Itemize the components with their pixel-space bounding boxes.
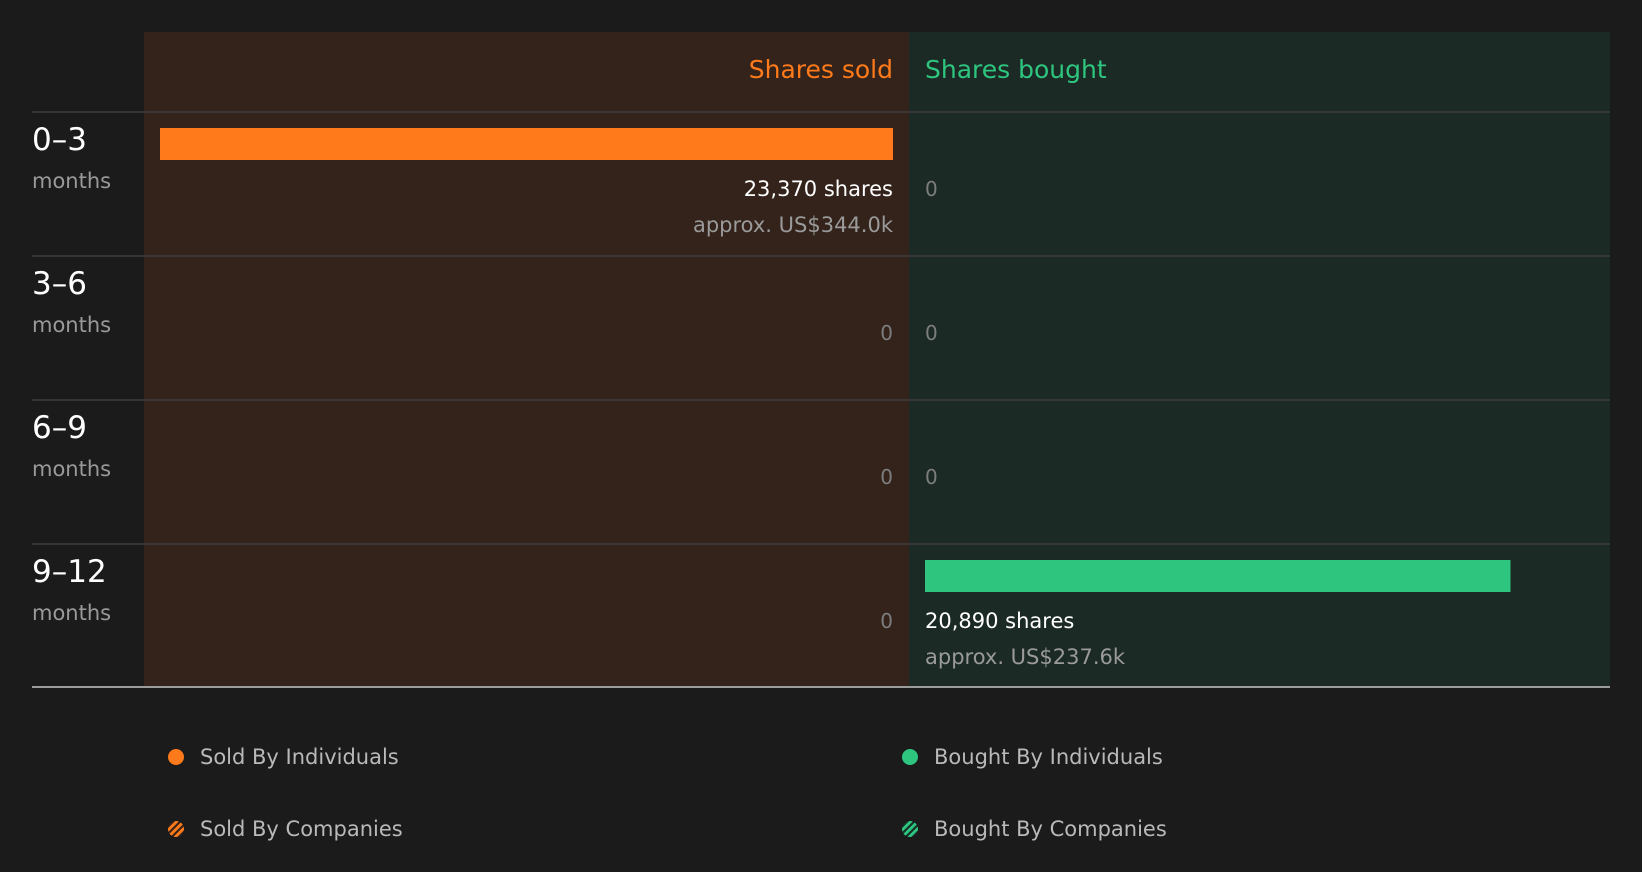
legend-label: Sold By Companies (200, 817, 403, 841)
legend-hatched-dot-icon (168, 821, 184, 837)
row-range-label: 3–6 (32, 266, 87, 302)
sold-zero-label: 0 (880, 321, 893, 345)
bought-bar (925, 560, 1511, 592)
sold-shares-label: 23,370 shares (744, 177, 893, 201)
legend-label: Bought By Companies (934, 817, 1167, 841)
legend-dot-icon (902, 749, 918, 765)
row-range-label: 9–12 (32, 554, 107, 590)
bought-value-label: approx. US$237.6k (925, 645, 1126, 669)
bought-shares-label: 20,890 shares (925, 609, 1074, 633)
bought-zero-label: 0 (925, 177, 938, 201)
bought-zero-label: 0 (925, 465, 938, 489)
legend-dot-icon (168, 749, 184, 765)
sold-zero-label: 0 (880, 609, 893, 633)
sold-zero-label: 0 (880, 465, 893, 489)
row-unit-label: months (32, 169, 111, 193)
legend-label: Sold By Individuals (200, 745, 399, 769)
bought-header: Shares bought (925, 55, 1107, 84)
row-range-label: 6–9 (32, 410, 87, 446)
insider-trading-chart: Shares sold Shares bought 0–3 months 23,37… (32, 32, 1610, 688)
legend-bought-individuals: Bought By Individuals (902, 745, 1163, 769)
row-unit-label: months (32, 457, 111, 481)
row-range-label: 0–3 (32, 122, 87, 158)
sold-bar (160, 128, 893, 160)
legend-label: Bought By Individuals (934, 745, 1163, 769)
legend-sold-companies: Sold By Companies (168, 817, 403, 841)
bought-zero-label: 0 (925, 321, 938, 345)
sold-value-label: approx. US$344.0k (693, 213, 894, 237)
legend-sold-individuals: Sold By Individuals (168, 745, 399, 769)
row-unit-label: months (32, 313, 111, 337)
row-unit-label: months (32, 601, 111, 625)
legend-bought-companies: Bought By Companies (902, 817, 1167, 841)
sold-header: Shares sold (749, 55, 893, 84)
legend-hatched-dot-icon (902, 821, 918, 837)
